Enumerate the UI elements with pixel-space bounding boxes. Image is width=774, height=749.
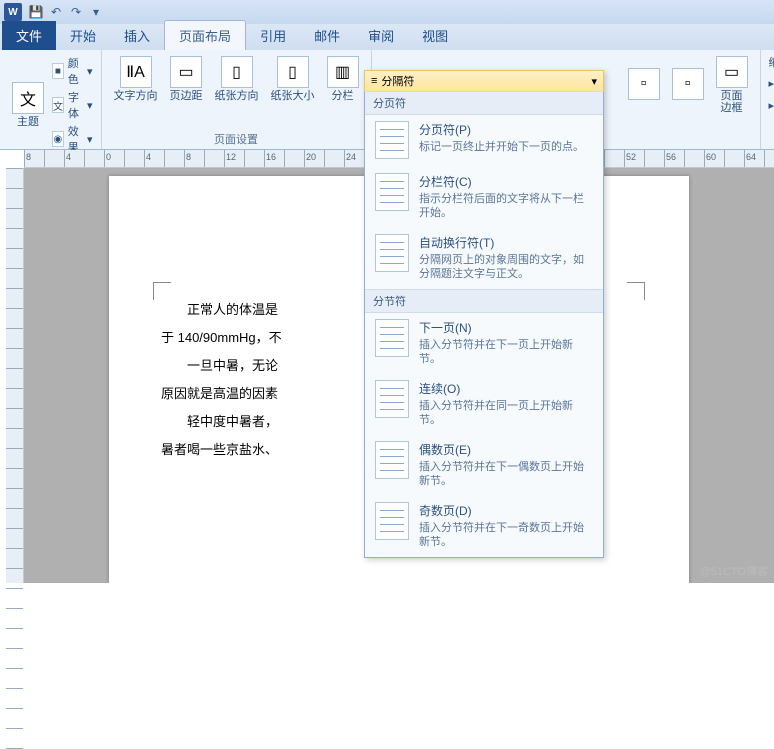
page-color-icon: ▫: [672, 68, 704, 100]
tab-insert[interactable]: 插入: [110, 21, 164, 50]
section-page-breaks: 分页符: [365, 91, 603, 115]
break-option-title: 分栏符(C): [419, 173, 593, 190]
themes-icon: 文: [12, 82, 44, 114]
quick-access-toolbar: 💾 ↶ ↷ ▾: [28, 4, 104, 20]
save-icon[interactable]: 💾: [28, 4, 44, 20]
word-icon: W: [4, 3, 22, 21]
indent-left-row: ▸左: 0 字符▲▼: [769, 72, 774, 94]
watermark-button[interactable]: ▫: [624, 66, 664, 104]
themes-button[interactable]: 文 主题: [8, 80, 48, 130]
break-option-section-3[interactable]: 奇数页(D) 插入分节符并在下一奇数页上开始新节。: [365, 496, 603, 557]
group-page-background: ▫ ▫ ▭页面边框: [616, 50, 761, 149]
indent-left-icon: ▸: [769, 77, 774, 90]
group-page-setup: ⅡA文字方向 ▭页边距 ▯纸张方向 ▯纸张大小 ▥分栏 页面设置: [102, 50, 372, 149]
watermark-icon: ▫: [628, 68, 660, 100]
theme-colors-button[interactable]: ■颜色▾: [52, 54, 93, 88]
tab-mailings[interactable]: 邮件: [300, 21, 354, 50]
qat-more-icon[interactable]: ▾: [88, 4, 104, 20]
break-option-title: 偶数页(E): [419, 441, 593, 458]
break-option-icon: [375, 121, 409, 159]
break-option-title: 自动换行符(T): [419, 234, 593, 251]
paper-size-button[interactable]: ▯纸张大小: [267, 54, 319, 104]
page-color-button[interactable]: ▫: [668, 66, 708, 104]
indent-right-row: ▸右: 0 字符▲▼: [769, 94, 774, 116]
vertical-ruler[interactable]: [6, 168, 24, 583]
redo-icon[interactable]: ↷: [68, 4, 84, 20]
break-option-icon: [375, 380, 409, 418]
page-borders-icon: ▭: [716, 56, 748, 88]
breaks-dropdown-header[interactable]: ≡分隔符▾: [364, 70, 604, 92]
group-themes: 文 主题 ■颜色▾ 文字体▾ ◉效果▾ 主题: [0, 50, 102, 149]
break-option-section-0[interactable]: 下一页(N) 插入分节符并在下一页上开始新节。: [365, 313, 603, 374]
section-section-breaks: 分节符: [365, 289, 603, 313]
break-option-desc: 指示分栏符后面的文字将从下一栏开始。: [419, 192, 593, 220]
tab-references[interactable]: 引用: [246, 21, 300, 50]
watermark-text: @51CTO博客: [700, 563, 768, 579]
break-option-icon: [375, 319, 409, 357]
margins-button[interactable]: ▭页边距: [166, 54, 207, 104]
break-option-desc: 标记一页终止并开始下一页的点。: [419, 140, 584, 154]
breaks-icon: ≡: [371, 75, 377, 87]
indent-right-icon: ▸: [769, 99, 774, 112]
break-option-title: 奇数页(D): [419, 502, 593, 519]
break-option-page-2[interactable]: 自动换行符(T) 分隔网页上的对象周围的文字，如分隔题注文字与正文。: [365, 228, 603, 289]
ribbon: 文 主题 ■颜色▾ 文字体▾ ◉效果▾ 主题 ⅡA文字方向 ▭页边距 ▯纸张方向…: [0, 50, 774, 150]
break-option-icon: [375, 502, 409, 540]
tab-view[interactable]: 视图: [408, 21, 462, 50]
text-direction-button[interactable]: ⅡA文字方向: [110, 54, 162, 104]
indent-label: 缩进: [769, 54, 774, 72]
break-option-title: 下一页(N): [419, 319, 593, 336]
tab-page-layout[interactable]: 页面布局: [164, 20, 246, 50]
orientation-icon: ▯: [221, 56, 253, 88]
break-option-desc: 插入分节符并在下一偶数页上开始新节。: [419, 460, 593, 488]
text-direction-icon: ⅡA: [120, 56, 152, 88]
break-option-desc: 分隔网页上的对象周围的文字，如分隔题注文字与正文。: [419, 253, 593, 281]
tab-review[interactable]: 审阅: [354, 21, 408, 50]
break-option-desc: 插入分节符并在同一页上开始新节。: [419, 399, 593, 427]
margins-icon: ▭: [170, 56, 202, 88]
break-option-title: 连续(O): [419, 380, 593, 397]
break-option-desc: 插入分节符并在下一奇数页上开始新节。: [419, 521, 593, 549]
paper-size-icon: ▯: [277, 56, 309, 88]
tab-file[interactable]: 文件: [2, 21, 56, 50]
margin-corner-tr: [627, 282, 645, 300]
group-label-paragraph: 段: [769, 131, 774, 147]
undo-icon[interactable]: ↶: [48, 4, 64, 20]
theme-fonts-button[interactable]: 文字体▾: [52, 88, 93, 122]
margin-corner-tl: [153, 282, 171, 300]
break-option-title: 分页符(P): [419, 121, 584, 138]
page-borders-button[interactable]: ▭页面边框: [712, 54, 752, 116]
group-label-page-setup: 页面设置: [110, 131, 363, 147]
orientation-button[interactable]: ▯纸张方向: [211, 54, 263, 104]
fonts-icon: 文: [52, 97, 64, 113]
tab-home[interactable]: 开始: [56, 21, 110, 50]
break-option-section-2[interactable]: 偶数页(E) 插入分节符并在下一偶数页上开始新节。: [365, 435, 603, 496]
group-paragraph: 缩进 ▸左: 0 字符▲▼ ▸右: 0 字符▲▼ 段: [761, 50, 774, 149]
break-option-desc: 插入分节符并在下一页上开始新节。: [419, 338, 593, 366]
columns-button[interactable]: ▥分栏: [323, 54, 363, 104]
break-option-icon: [375, 234, 409, 272]
break-option-page-1[interactable]: 分栏符(C) 指示分栏符后面的文字将从下一栏开始。: [365, 167, 603, 228]
effects-icon: ◉: [52, 131, 64, 147]
break-option-icon: [375, 441, 409, 479]
ribbon-tabs: 文件 开始 插入 页面布局 引用 邮件 审阅 视图: [0, 24, 774, 50]
colors-icon: ■: [52, 63, 64, 79]
break-option-section-1[interactable]: 连续(O) 插入分节符并在同一页上开始新节。: [365, 374, 603, 435]
break-option-page-0[interactable]: 分页符(P) 标记一页终止并开始下一页的点。: [365, 115, 603, 167]
breaks-dropdown: ≡分隔符▾ 分页符 分页符(P) 标记一页终止并开始下一页的点。分栏符(C) 指示分…: [364, 70, 604, 558]
columns-icon: ▥: [327, 56, 359, 88]
break-option-icon: [375, 173, 409, 211]
